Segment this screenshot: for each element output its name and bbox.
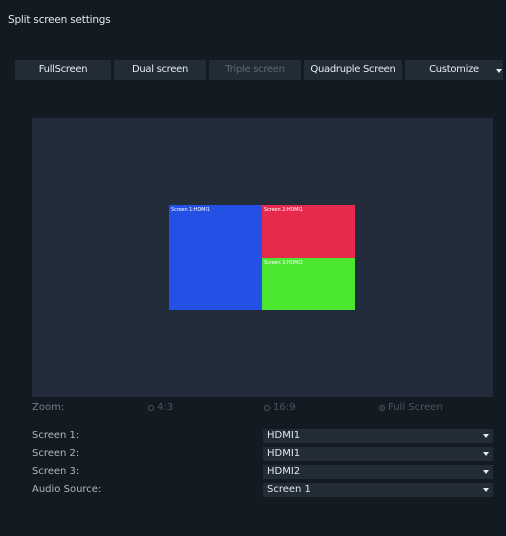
preview-window-screen-3[interactable]: Screen 3:HDMI2 xyxy=(262,258,355,310)
preview-window-label: Screen 2:HDMI1 xyxy=(264,207,303,213)
radio-icon[interactable] xyxy=(264,404,270,411)
preview-window-screen-1[interactable]: Screen 1:HDMI1 xyxy=(169,205,262,310)
screen-3-value: HDMI2 xyxy=(267,466,301,477)
zoom-row: Zoom: 4:3 16:9 Full Screen xyxy=(32,402,493,414)
audio-source-row: Audio Source: Screen 1 xyxy=(32,483,493,497)
zoom-option-label: Full Screen xyxy=(388,402,443,413)
screen-2-value: HDMI1 xyxy=(267,448,301,459)
chevron-down-icon xyxy=(483,488,489,492)
screen-2-select[interactable]: HDMI1 xyxy=(263,447,493,461)
page-title: Split screen settings xyxy=(8,14,111,26)
screen-3-select[interactable]: HDMI2 xyxy=(263,465,493,479)
zoom-option-4-3[interactable]: 4:3 xyxy=(148,402,173,413)
zoom-label: Zoom: xyxy=(32,402,65,413)
screen-3-label: Screen 3: xyxy=(32,466,80,477)
screen-2-row: Screen 2: HDMI1 xyxy=(32,447,493,461)
tab-customize[interactable]: Customize xyxy=(405,60,503,80)
screen-1-select[interactable]: HDMI1 xyxy=(263,429,493,443)
screen-1-value: HDMI1 xyxy=(267,430,301,441)
tab-quadruple-screen[interactable]: Quadruple Screen xyxy=(304,60,402,80)
chevron-down-icon xyxy=(483,470,489,474)
radio-icon[interactable] xyxy=(148,404,154,411)
audio-source-label: Audio Source: xyxy=(32,484,102,495)
layout-tabs: FullScreen Dual screen Triple screen Qua… xyxy=(15,60,506,80)
zoom-option-label: 16:9 xyxy=(273,402,296,413)
tab-customize-label: Customize xyxy=(429,64,479,75)
radio-icon[interactable] xyxy=(379,404,385,411)
audio-source-value: Screen 1 xyxy=(267,484,311,495)
preview-window-label: Screen 1:HDMI1 xyxy=(171,207,210,213)
zoom-option-label: 4:3 xyxy=(157,402,174,413)
screen-1-row: Screen 1: HDMI1 xyxy=(32,429,493,443)
chevron-down-icon[interactable] xyxy=(496,69,502,73)
screen-2-label: Screen 2: xyxy=(32,448,80,459)
tab-triple-screen: Triple screen xyxy=(209,60,301,80)
tab-fullscreen[interactable]: FullScreen xyxy=(15,60,111,80)
preview-window-screen-2[interactable]: Screen 2:HDMI1 xyxy=(262,205,355,258)
zoom-option-full-screen[interactable]: Full Screen xyxy=(379,402,443,413)
audio-source-select[interactable]: Screen 1 xyxy=(263,483,493,497)
screen-3-row: Screen 3: HDMI2 xyxy=(32,465,493,479)
zoom-option-16-9[interactable]: 16:9 xyxy=(264,402,295,413)
chevron-down-icon xyxy=(483,452,489,456)
chevron-down-icon xyxy=(483,434,489,438)
tab-dual-screen[interactable]: Dual screen xyxy=(114,60,206,80)
preview-window-label: Screen 3:HDMI2 xyxy=(264,260,303,266)
split-screen-preview: Screen 1:HDMI1 Screen 2:HDMI1 Screen 3:H… xyxy=(32,118,493,397)
screen-1-label: Screen 1: xyxy=(32,430,80,441)
split-screen-settings-dialog: Split screen settings FullScreen Dual sc… xyxy=(0,0,506,536)
